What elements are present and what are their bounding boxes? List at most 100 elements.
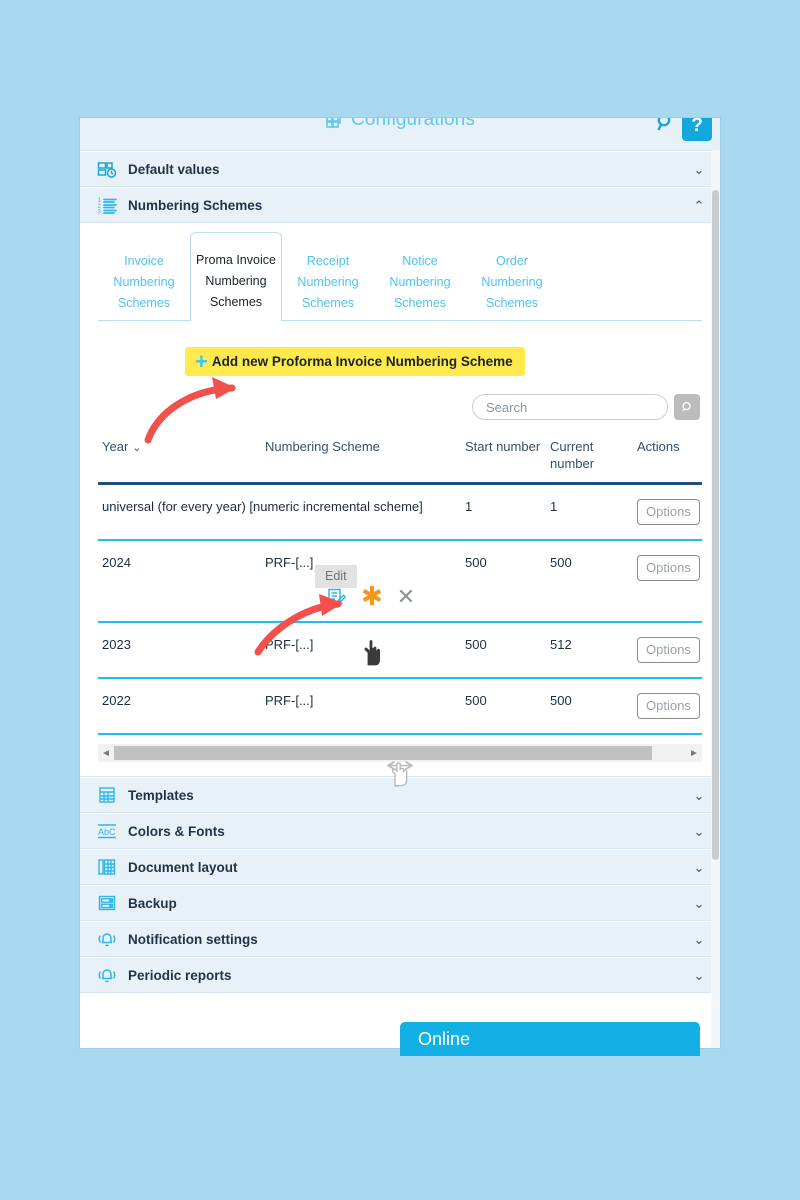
add-scheme-row: + Add new Proforma Invoice Numbering Sch… — [80, 341, 720, 376]
accordion-label-numbering-schemes: Numbering Schemes — [128, 197, 263, 213]
accordion-label-colors-fonts: Colors & Fonts — [128, 823, 225, 839]
help-button[interactable]: ? — [682, 118, 712, 141]
table-header-row: Year ⌄ Numbering Scheme Start number Curr… — [98, 436, 702, 484]
scroll-left-arrow-icon[interactable]: ◄ — [98, 748, 114, 759]
cell-start-number: 500 — [461, 622, 546, 679]
edit-tooltip: Edit — [315, 565, 357, 588]
chevron-down-icon[interactable]: ⌄ — [692, 825, 706, 838]
cell-numbering-scheme-label: PRF-[...] — [265, 555, 314, 570]
abc-font-icon: AbC — [96, 820, 118, 842]
options-button[interactable]: Options — [637, 637, 700, 663]
tab-strip-underline — [98, 320, 702, 321]
titlebar-actions: ? — [652, 118, 712, 141]
tab-invoice-numbering-schemes[interactable]: Invoice Numbering Schemes — [98, 241, 190, 322]
column-header-numbering-scheme[interactable]: Numbering Scheme — [261, 436, 461, 484]
magnifier-icon[interactable] — [652, 118, 678, 141]
default-values-icon — [96, 158, 118, 180]
accordion-label-periodic-reports: Periodic reports — [128, 967, 232, 983]
options-button[interactable]: Options — [637, 555, 700, 581]
add-button-label: Add new Proforma Invoice Numbering Schem… — [211, 354, 513, 369]
chevron-down-icon[interactable]: ⌄ — [692, 163, 706, 176]
horizontal-scrollbar-thumb[interactable] — [114, 746, 652, 760]
accordion-item-backup[interactable]: Backup ⌄ — [80, 885, 720, 921]
cell-actions: Options — [633, 540, 702, 623]
column-header-year[interactable]: Year ⌄ — [98, 436, 261, 484]
options-button[interactable]: Options — [637, 693, 700, 719]
asterisk-star-icon[interactable]: ✱ — [361, 584, 383, 610]
magnifier-icon — [682, 401, 691, 412]
accordion-item-notification-settings[interactable]: Notification settings ⌄ — [80, 921, 720, 957]
cell-numbering-scheme: PRF-[...] — [261, 622, 461, 679]
cell-current-number: 1 — [546, 483, 633, 541]
cell-start-number: 500 — [461, 540, 546, 623]
chevron-down-icon[interactable]: ⌄ — [692, 897, 706, 910]
horizontal-scrollbar-track[interactable] — [114, 746, 686, 760]
close-x-icon[interactable]: ✕ — [397, 586, 415, 608]
numbering-schemes-table: Year ⌄ Numbering Scheme Start number Curr… — [98, 436, 702, 735]
accordion-item-numbering-schemes[interactable]: 123 Numbering Schemes ⌃ — [80, 187, 720, 223]
options-button[interactable]: Options — [637, 499, 700, 525]
accordion-label-default-values: Default values — [128, 161, 220, 177]
tab-notice-numbering-schemes[interactable]: Notice Numbering Schemes — [374, 241, 466, 322]
table-row: 2024 PRF-[...] Edit ✱ ✕ 500 500 Options — [98, 540, 702, 623]
chevron-down-icon[interactable]: ⌄ — [692, 969, 706, 982]
document-layout-icon — [96, 856, 118, 878]
cell-year: 2024 — [98, 540, 261, 623]
cell-actions: Options — [633, 622, 702, 679]
accordion-item-periodic-reports[interactable]: Periodic reports ⌄ — [80, 957, 720, 993]
cell-numbering-scheme: PRF-[...] Edit ✱ ✕ — [261, 540, 461, 623]
cell-year: 2022 — [98, 678, 261, 735]
accordion-item-default-values[interactable]: Default values ⌄ — [80, 151, 720, 187]
cell-numbering-scheme: PRF-[...] — [261, 678, 461, 735]
column-header-current-number[interactable]: Current number — [546, 436, 633, 484]
numbering-schemes-panel: Invoice Numbering Schemes Proma Invoice … — [80, 223, 720, 777]
table-row: 2022 PRF-[...] 500 500 Options — [98, 678, 702, 735]
cell-current-number: 500 — [546, 678, 633, 735]
table-row: 2023 PRF-[...] 500 512 Options — [98, 622, 702, 679]
tab-receipt-numbering-schemes[interactable]: Receipt Numbering Schemes — [282, 241, 374, 322]
search-row — [80, 376, 720, 420]
edit-document-icon[interactable] — [327, 587, 347, 607]
row-action-icons: Edit ✱ ✕ — [265, 565, 457, 610]
horizontal-scrollbar[interactable]: ◄ ► — [98, 744, 702, 762]
chevron-up-icon[interactable]: ⌃ — [692, 199, 706, 212]
chevron-down-icon[interactable]: ⌄ — [692, 861, 706, 874]
bell-icon — [96, 964, 118, 986]
numbering-scheme-tabs: Invoice Numbering Schemes Proma Invoice … — [80, 223, 720, 341]
tab-order-numbering-schemes[interactable]: Order Numbering Schemes — [466, 241, 558, 322]
accordion-label-notification-settings: Notification settings — [128, 931, 258, 947]
svg-text:AbC: AbC — [98, 827, 116, 837]
backup-drive-icon — [96, 892, 118, 914]
cell-actions: Options — [633, 678, 702, 735]
accordion-label-templates: Templates — [128, 787, 194, 803]
vertical-scrollbar-thumb[interactable] — [712, 190, 719, 860]
cell-year-universal: universal (for every year) [numeric incr… — [98, 483, 461, 541]
online-status-label: Online — [418, 1028, 471, 1049]
add-new-proforma-invoice-numbering-scheme-button[interactable]: + Add new Proforma Invoice Numbering Sch… — [185, 347, 525, 376]
window-title-block: Configurations — [80, 118, 720, 131]
column-header-actions: Actions — [637, 439, 680, 454]
templates-grid-icon — [96, 784, 118, 806]
plus-icon: + — [195, 348, 208, 374]
table-row: universal (for every year) [numeric incr… — [98, 483, 702, 541]
accordion-item-document-layout[interactable]: Document layout ⌄ — [80, 849, 720, 885]
search-submit-button[interactable] — [674, 394, 700, 420]
cell-year: 2023 — [98, 622, 261, 679]
accordion-item-colors-fonts[interactable]: AbC Colors & Fonts ⌄ — [80, 813, 720, 849]
cell-current-number: 500 — [546, 540, 633, 623]
cell-actions: Options — [633, 483, 702, 541]
vertical-scrollbar[interactable] — [711, 150, 720, 1048]
search-input[interactable] — [472, 394, 668, 420]
chevron-down-icon[interactable]: ⌄ — [692, 933, 706, 946]
page-title: Configurations — [351, 118, 475, 130]
configurations-grid-icon — [325, 118, 345, 130]
cell-start-number: 500 — [461, 678, 546, 735]
tab-proforma-invoice-numbering-schemes[interactable]: Proma Invoice Numbering Schemes — [190, 232, 282, 321]
column-header-start-number[interactable]: Start number — [461, 436, 546, 484]
chevron-down-icon[interactable]: ⌄ — [692, 789, 706, 802]
accordion-item-templates[interactable]: Templates ⌄ — [80, 777, 720, 813]
numbered-list-icon: 123 — [96, 194, 118, 216]
online-status-bar[interactable]: Online — [400, 1022, 700, 1056]
scroll-right-arrow-icon[interactable]: ► — [686, 748, 702, 759]
sort-caret-icon[interactable]: ⌄ — [132, 442, 141, 454]
